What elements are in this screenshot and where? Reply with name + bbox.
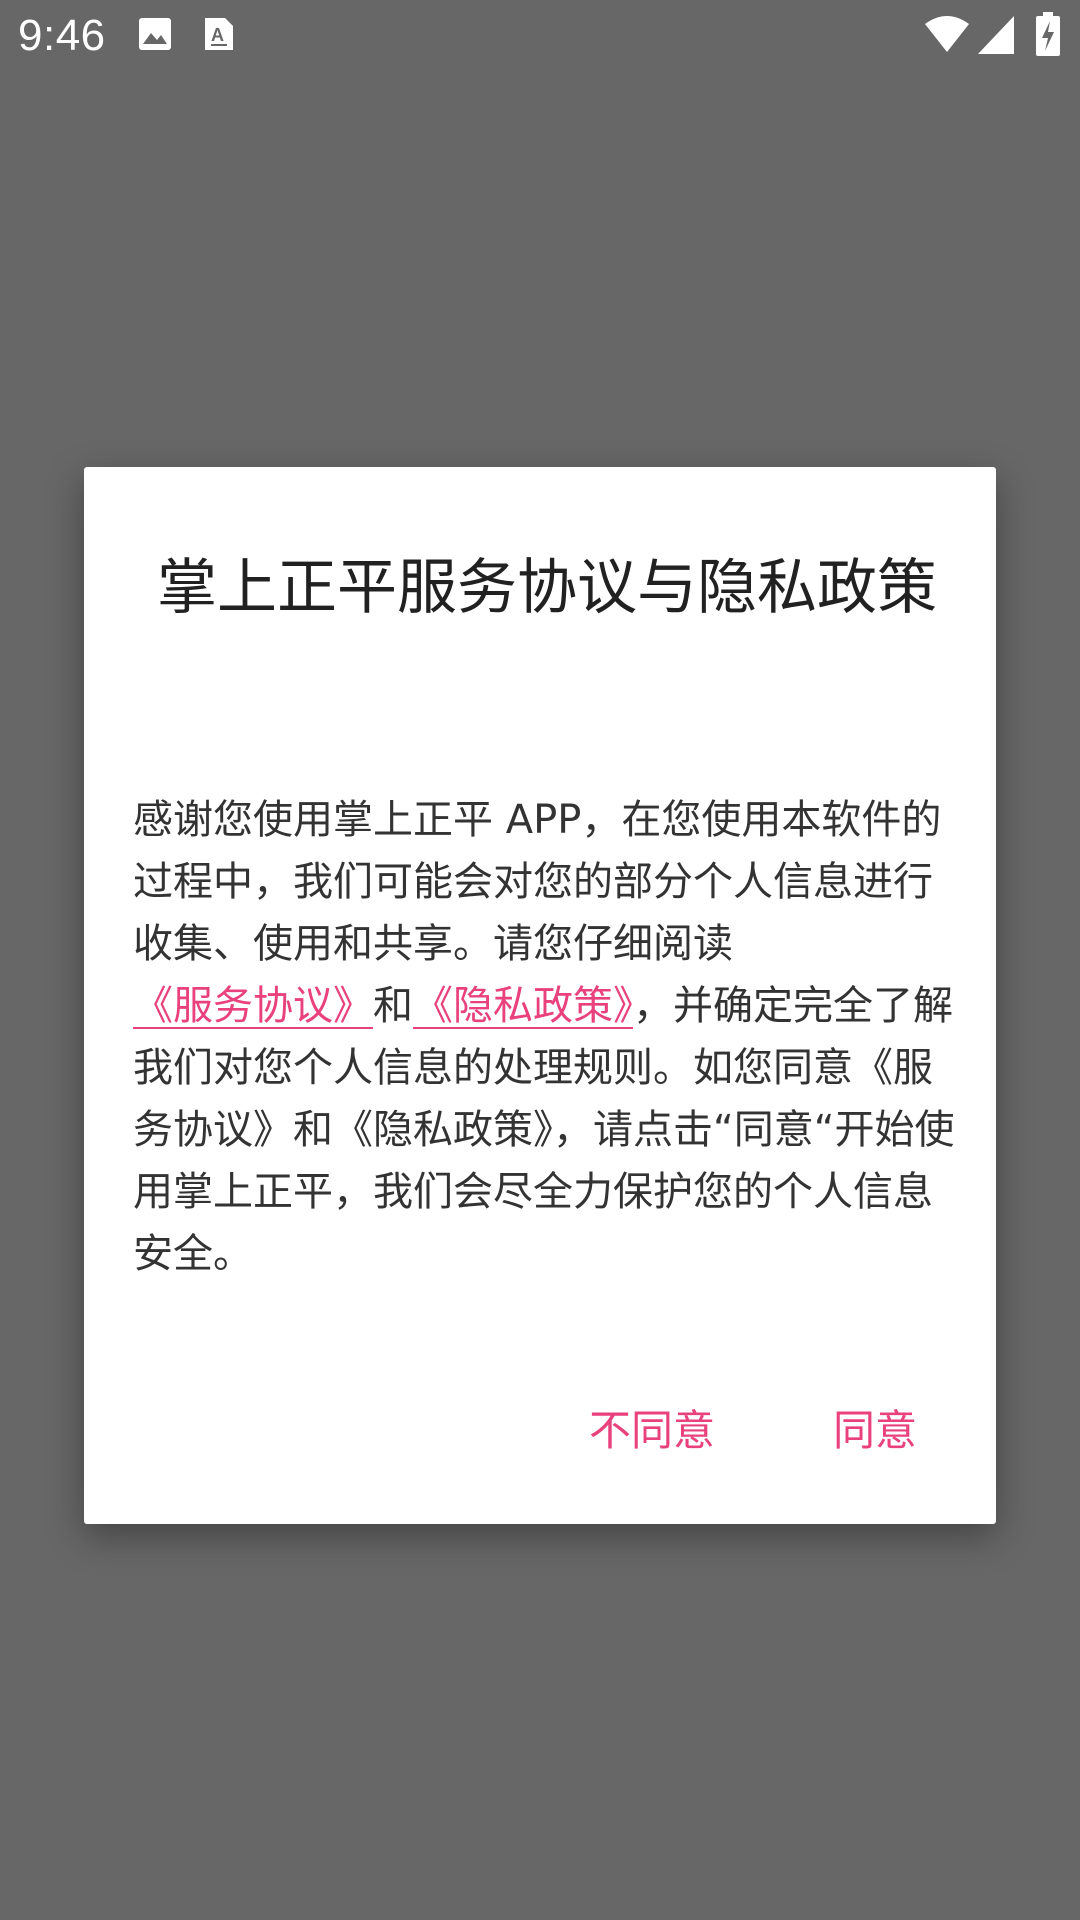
dialog-message-text-2: 和 (373, 983, 413, 1029)
image-notification-icon (137, 16, 173, 56)
disagree-button[interactable]: 不同意 (552, 1391, 752, 1471)
privacy-policy-link[interactable]: 《隐私政策》 (413, 983, 633, 1029)
privacy-dialog: 掌上正平服务协议与隐私政策 感谢您使用掌上正平 APP，在您使用本软件的过程中，… (84, 467, 996, 1524)
svg-text:A: A (211, 25, 224, 45)
status-time: 9:46 (18, 11, 106, 60)
a-font-notification-icon: A (203, 16, 235, 56)
cell-signal-icon (978, 16, 1014, 58)
status-bar: 9:46 A (0, 0, 1080, 72)
dialog-title: 掌上正平服务协议与隐私政策 (157, 553, 937, 623)
agree-button[interactable]: 同意 (790, 1391, 960, 1471)
dialog-message-text-1: 感谢您使用掌上正平 APP，在您使用本软件的过程中，我们可能会对您的部分个人信息… (133, 797, 942, 967)
dialog-message: 感谢您使用掌上正平 APP，在您使用本软件的过程中，我们可能会对您的部分个人信息… (133, 789, 955, 1285)
service-agreement-link[interactable]: 《服务协议》 (133, 983, 373, 1029)
wifi-icon (924, 14, 970, 58)
battery-charging-icon (1035, 12, 1061, 60)
